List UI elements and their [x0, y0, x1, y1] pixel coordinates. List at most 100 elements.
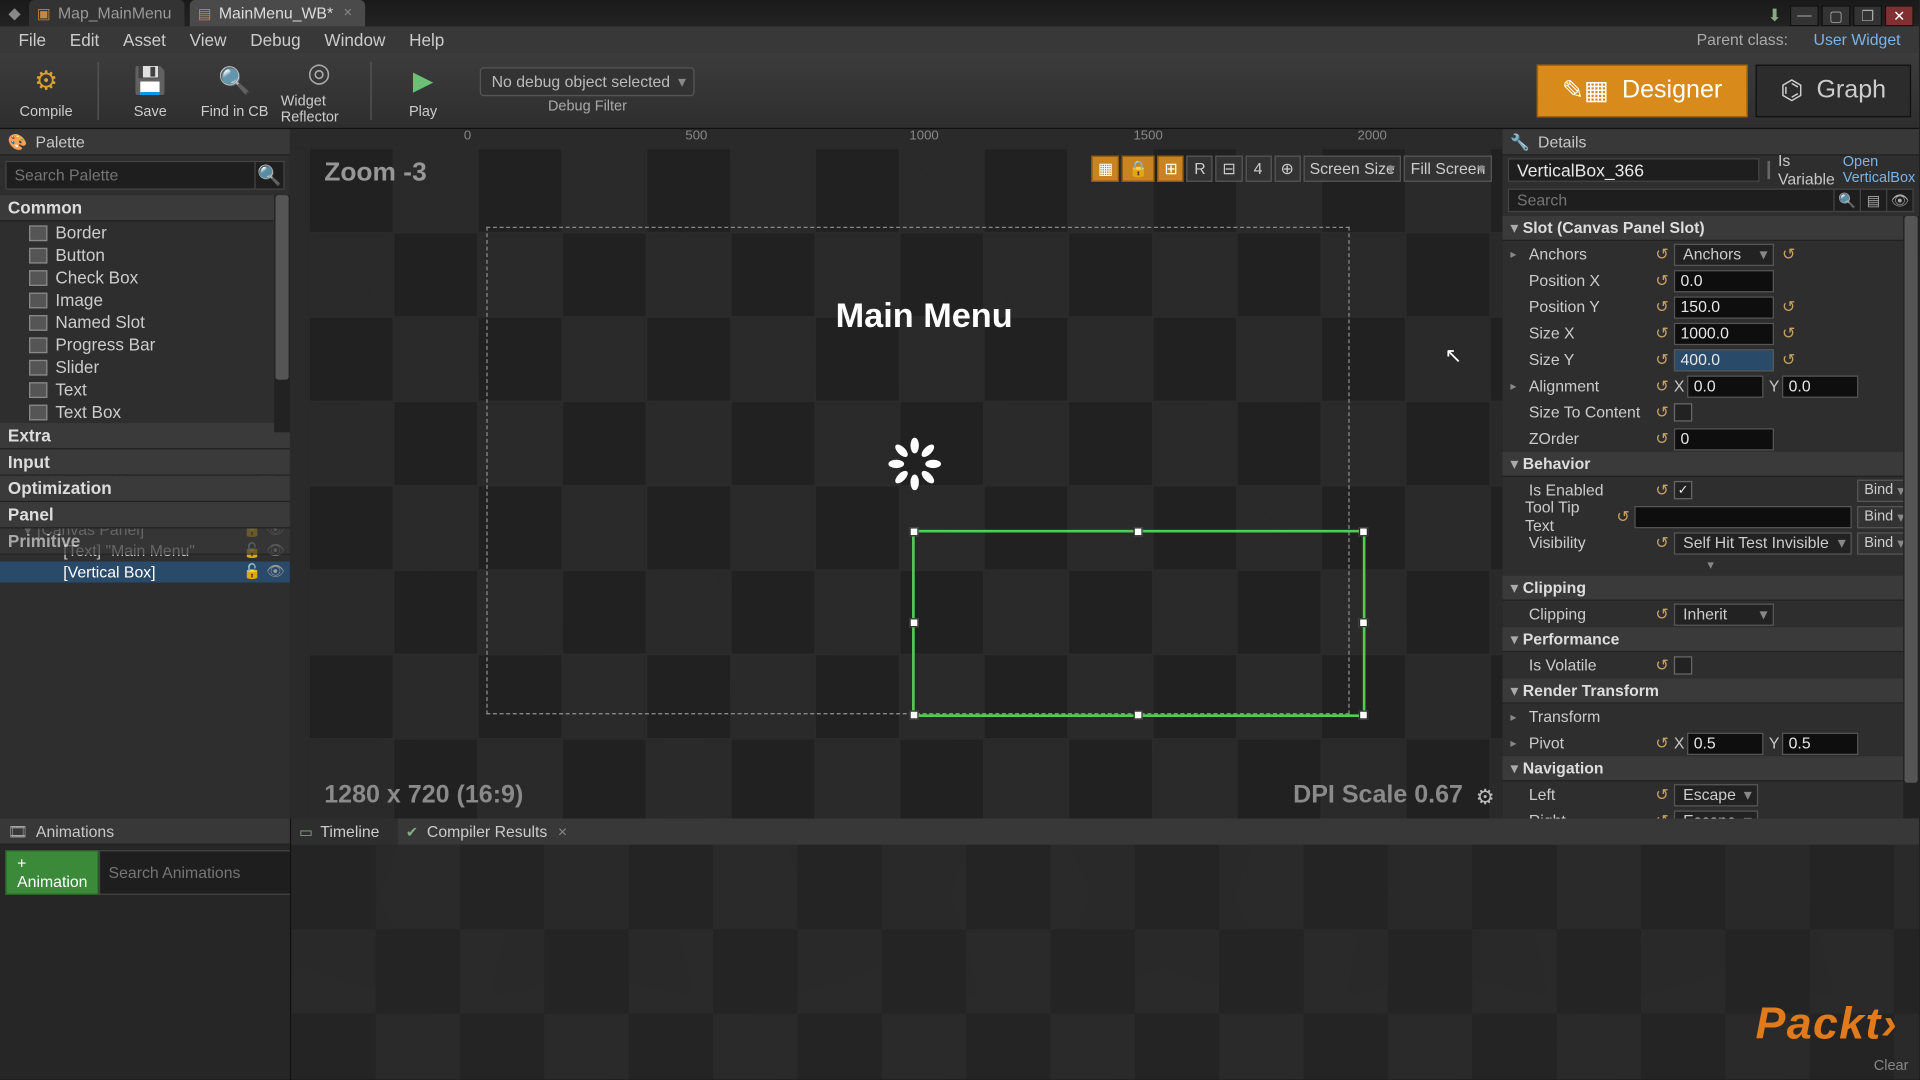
menu-help[interactable]: Help [399, 30, 455, 50]
close-window-button[interactable]: ✕ [1885, 5, 1914, 26]
minimize-button[interactable]: — [1790, 5, 1819, 26]
position-y-input[interactable] [1674, 296, 1774, 318]
parent-class-link[interactable]: User Widget [1803, 30, 1911, 48]
is-variable-checkbox[interactable] [1767, 161, 1770, 179]
selection-box[interactable] [912, 530, 1365, 717]
fill-screen-combo[interactable]: Fill Screen [1404, 156, 1492, 182]
vp-grid-button[interactable]: ⊞ [1158, 156, 1184, 182]
section-clipping[interactable]: Clipping [1503, 576, 1919, 601]
palette-category-panel[interactable]: Panel [0, 502, 290, 528]
close-icon[interactable]: × [558, 822, 567, 840]
pivot-y-input[interactable] [1782, 732, 1858, 754]
document-tab-widget[interactable]: ▤ MainMenu_WB* × [190, 0, 365, 26]
reset-icon[interactable]: ↺ [1779, 245, 1797, 263]
designer-viewport[interactable]: Zoom -3 ▦ 🔒 ⊞ R ⊟ 4 ⊕ Screen Size Fill S… [308, 148, 1502, 819]
nav-left-combo[interactable]: Escape [1674, 784, 1758, 806]
eye-icon[interactable]: 👁 [266, 563, 284, 580]
tab-timeline[interactable]: ▭Timeline [291, 818, 398, 844]
palette-search-input[interactable] [5, 161, 255, 190]
palette-item-border[interactable]: Border [0, 221, 290, 243]
reset-icon[interactable]: ↺ [1779, 351, 1797, 369]
clear-button[interactable]: Clear [1874, 1058, 1909, 1074]
vp-outline-button[interactable]: ▦ [1091, 156, 1119, 182]
viewport-settings-icon[interactable]: ⚙ [1476, 784, 1495, 810]
compile-button[interactable]: ⚙Compile [8, 56, 84, 125]
expand-icon[interactable]: ▸ [1510, 710, 1523, 724]
maximize-button[interactable]: ▢ [1821, 5, 1850, 26]
palette-item-textbox[interactable]: Text Box [0, 401, 290, 423]
section-behavior[interactable]: Behavior [1503, 452, 1919, 477]
nav-right-combo[interactable]: Escape [1674, 810, 1758, 819]
close-icon[interactable]: × [344, 5, 352, 21]
screen-size-combo[interactable]: Screen Size [1303, 156, 1401, 182]
search-icon[interactable]: 🔍 [1835, 188, 1861, 212]
clipping-combo[interactable]: Inherit [1674, 603, 1774, 625]
menu-edit[interactable]: Edit [59, 30, 110, 50]
palette-item-named-slot[interactable]: Named Slot [0, 311, 290, 333]
reset-icon[interactable]: ↺ [1779, 324, 1797, 342]
size-y-input[interactable] [1674, 349, 1774, 371]
widget-reflector-button[interactable]: ◎Widget Reflector [281, 56, 357, 125]
vp-loc-button[interactable]: ⊕ [1274, 156, 1300, 182]
animations-search-input[interactable] [99, 850, 322, 895]
details-search-input[interactable] [1508, 188, 1835, 212]
menu-debug[interactable]: Debug [240, 30, 312, 50]
section-slot[interactable]: Slot (Canvas Panel Slot) [1503, 216, 1919, 241]
details-scrollbar[interactable] [1903, 216, 1919, 818]
palette-category-input[interactable]: Input [0, 449, 290, 475]
palette-scrollbar[interactable] [274, 195, 290, 432]
hierarchy-vertical-box[interactable]: [Vertical Box]🔓👁 [0, 561, 290, 582]
details-body[interactable]: Slot (Canvas Panel Slot) ▸Anchors↺Anchor… [1503, 216, 1919, 818]
graph-mode-button[interactable]: ⌬Graph [1755, 64, 1911, 117]
restore-button[interactable]: ❐ [1853, 5, 1882, 26]
size-to-content-checkbox[interactable] [1674, 403, 1692, 421]
palette-category-optimization[interactable]: Optimization [0, 476, 290, 502]
palette-tree[interactable]: Common Border Button Check Box Image Nam… [0, 195, 290, 555]
pivot-x-input[interactable] [1687, 732, 1763, 754]
search-icon[interactable]: 🔍 [256, 161, 285, 190]
reset-icon[interactable]: ↺ [1779, 298, 1797, 316]
palette-item-button[interactable]: Button [0, 244, 290, 266]
expand-advanced-icon[interactable]: ▾ [1503, 556, 1919, 576]
widget-name-input[interactable] [1508, 158, 1760, 182]
vp-grid2-button[interactable]: ⊟ [1216, 156, 1242, 182]
vp-lock-button[interactable]: 🔒 [1122, 156, 1155, 182]
position-x-input[interactable] [1674, 270, 1774, 292]
timeline-body[interactable]: Packt› Clear [291, 845, 1919, 1080]
vp-4-button[interactable]: 4 [1245, 156, 1271, 182]
add-animation-button[interactable]: + Animation [5, 850, 99, 895]
size-x-input[interactable] [1674, 322, 1774, 344]
alignment-x-input[interactable] [1687, 375, 1763, 397]
expand-icon[interactable]: ▸ [1510, 379, 1523, 393]
palette-category-common[interactable]: Common [0, 195, 290, 221]
play-button[interactable]: ▶Play [385, 56, 461, 125]
document-tab-map[interactable]: ▣ Map_MainMenu [29, 0, 185, 26]
zorder-input[interactable] [1674, 428, 1774, 450]
anchors-combo[interactable]: Anchors [1674, 243, 1774, 265]
source-control-icon[interactable]: ⬇ [1768, 5, 1782, 26]
palette-item-checkbox[interactable]: Check Box [0, 266, 290, 288]
find-in-cb-button[interactable]: 🔍Find in CB [196, 56, 272, 125]
menu-view[interactable]: View [179, 30, 237, 50]
is-enabled-checkbox[interactable]: ✓ [1674, 481, 1692, 499]
menu-file[interactable]: File [8, 30, 57, 50]
details-view-icon[interactable]: ▤ [1861, 188, 1887, 212]
tooltip-input[interactable] [1635, 505, 1852, 527]
designer-mode-button[interactable]: ✎▦Designer [1537, 64, 1747, 117]
expand-icon[interactable]: ▸ [1510, 736, 1523, 750]
section-render-transform[interactable]: Render Transform [1503, 679, 1919, 704]
vp-r-button[interactable]: R [1187, 156, 1213, 182]
palette-item-slider[interactable]: Slider [0, 356, 290, 378]
palette-category-extra[interactable]: Extra [0, 423, 290, 449]
palette-item-image[interactable]: Image [0, 289, 290, 311]
lock-icon[interactable]: 🔓 [243, 563, 261, 580]
menu-asset[interactable]: Asset [113, 30, 177, 50]
section-navigation[interactable]: Navigation [1503, 757, 1919, 782]
details-eye-icon[interactable]: 👁 [1887, 188, 1913, 212]
palette-item-text[interactable]: Text [0, 378, 290, 400]
expand-icon[interactable]: ▸ [1510, 247, 1523, 261]
visibility-combo[interactable]: Self Hit Test Invisible [1674, 532, 1852, 554]
section-performance[interactable]: Performance [1503, 627, 1919, 652]
palette-category-primitive[interactable]: Primitive [0, 529, 290, 555]
palette-item-progress-bar[interactable]: Progress Bar [0, 333, 290, 355]
